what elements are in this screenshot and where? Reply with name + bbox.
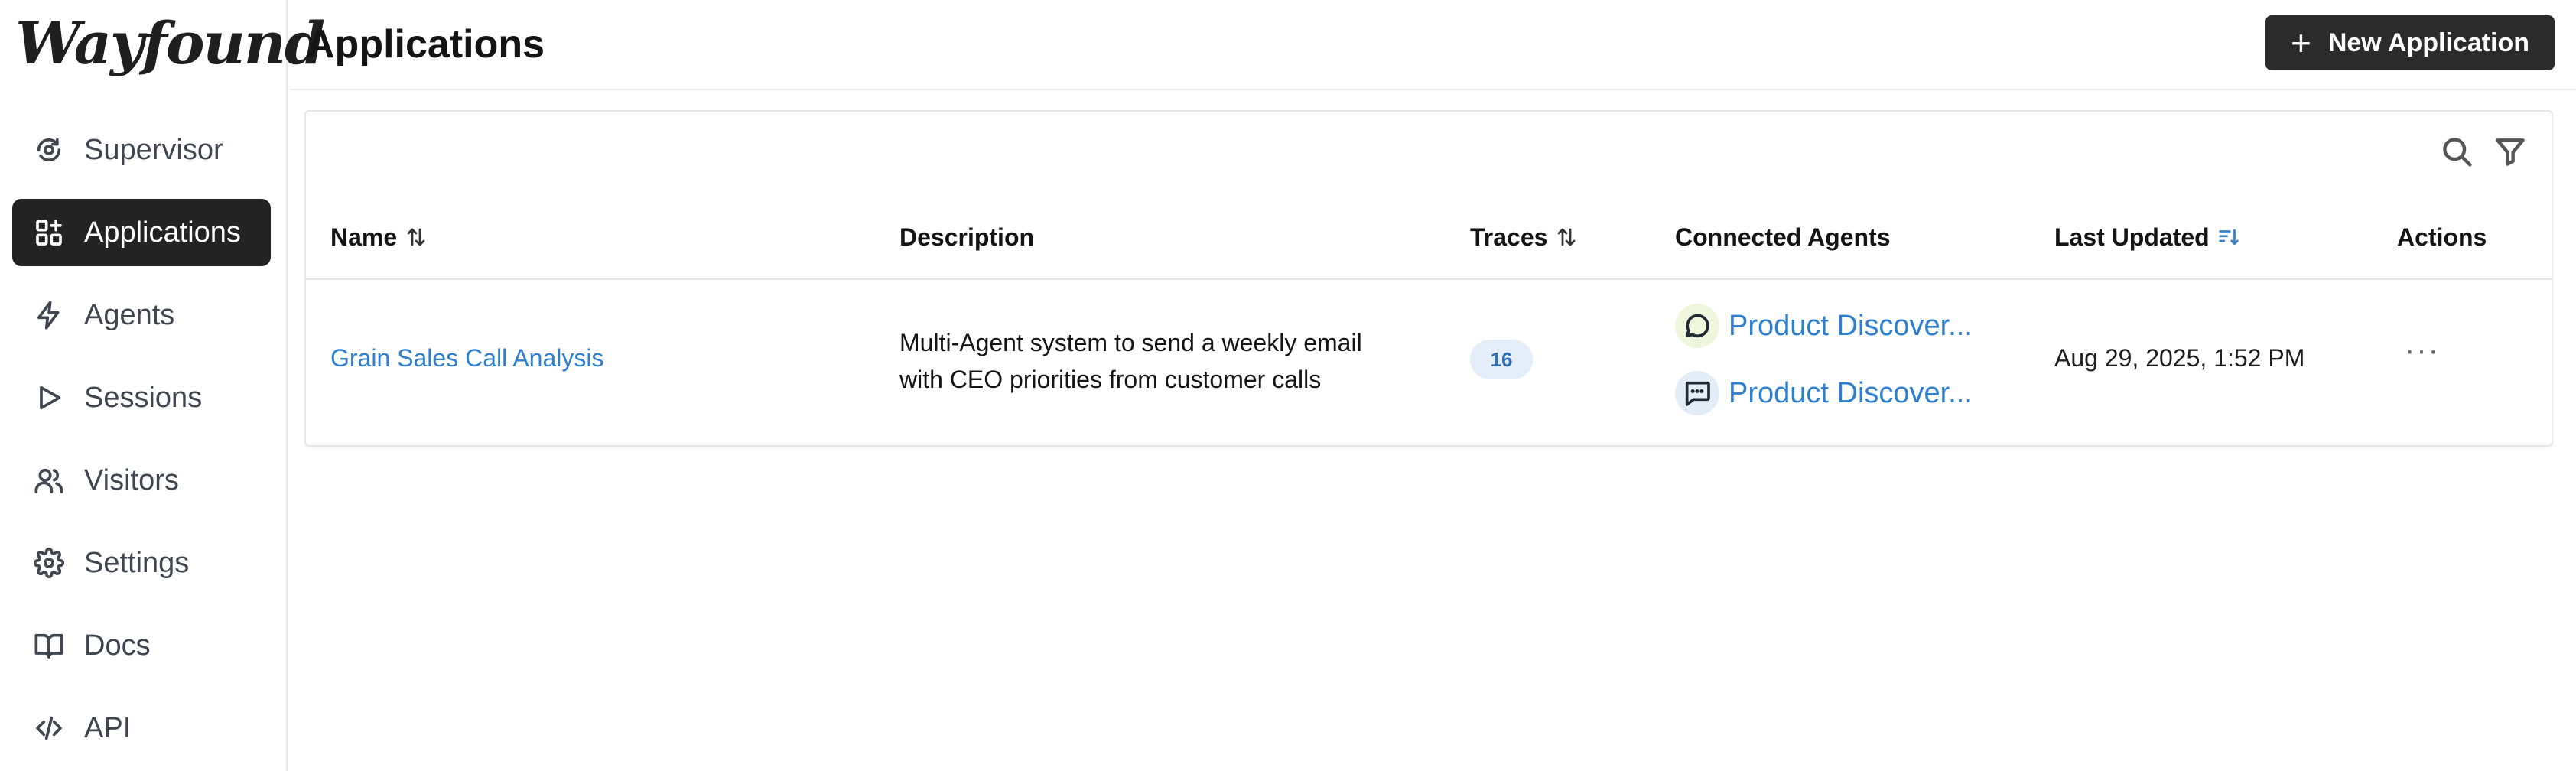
plus-icon: +: [2290, 23, 2311, 63]
traces-count-cell: 16: [1470, 340, 1533, 379]
sidebar-item-docs[interactable]: Docs: [12, 612, 271, 679]
wayfound-logo[interactable]: Wayfound: [15, 9, 325, 77]
supervisor-icon: [32, 133, 66, 167]
sidebar-item-applications[interactable]: Applications: [12, 199, 271, 266]
sidebar-item-label: Supervisor: [84, 133, 223, 166]
sidebar-item-visitors[interactable]: Visitors: [12, 447, 271, 514]
sidebar-item-label: Docs: [84, 629, 151, 662]
sidebar-item-label: Agents: [84, 298, 175, 331]
bolt-icon: [32, 298, 66, 332]
table-row: Grain Sales Call Analysis Multi-Agent sy…: [306, 281, 2552, 439]
play-icon: [32, 381, 66, 415]
column-header-traces[interactable]: Traces: [1470, 194, 1578, 280]
new-application-button[interactable]: + New Application: [2265, 15, 2555, 70]
last-updated-value: Aug 29, 2025, 1:52 PM: [2054, 344, 2305, 372]
sidebar-item-agents[interactable]: Agents: [12, 281, 271, 349]
book-icon: [32, 629, 66, 662]
column-header-name[interactable]: Name: [330, 194, 428, 280]
gear-icon: [32, 546, 66, 580]
sidebar-item-settings[interactable]: Settings: [12, 529, 271, 597]
sidebar-item-label: Visitors: [84, 464, 179, 496]
sidebar-item-label: API: [84, 711, 132, 744]
sidebar-item-supervisor[interactable]: Supervisor: [12, 116, 271, 184]
traces-badge: 16: [1470, 340, 1533, 379]
sidebar-item-label: Settings: [84, 546, 190, 579]
search-icon[interactable]: [2435, 130, 2478, 173]
application-name-link[interactable]: Grain Sales Call Analysis: [330, 344, 603, 372]
table-header: Name Description Traces Connected Agents…: [306, 194, 2552, 280]
users-icon: [32, 464, 66, 497]
connected-agents-cell: Product Discover... Product Discover...: [1675, 303, 1973, 416]
message-dots-icon: [1675, 371, 1719, 415]
chat-bubble-icon: [1675, 304, 1719, 348]
new-application-label: New Application: [2327, 28, 2530, 57]
code-icon: [32, 711, 66, 745]
sidebar: Wayfound Supervisor Applications Agents …: [0, 0, 325, 771]
connected-agent-item[interactable]: Product Discover...: [1675, 303, 1973, 349]
column-header-connected-agents: Connected Agents: [1675, 223, 1891, 251]
connected-agent-link[interactable]: Product Discover...: [1729, 377, 1973, 410]
connected-agent-link[interactable]: Product Discover...: [1729, 310, 1973, 343]
applications-table-card: Name Description Traces Connected Agents…: [304, 110, 2553, 447]
column-header-description: Description: [899, 223, 1035, 251]
sort-icon[interactable]: [1555, 226, 1578, 249]
application-description: Multi-Agent system to send a weekly emai…: [899, 329, 1362, 393]
sidebar-item-label: Applications: [84, 216, 241, 249]
more-actions-icon[interactable]: ···: [2405, 333, 2440, 368]
filter-icon[interactable]: [2489, 130, 2532, 173]
sort-icon[interactable]: [405, 226, 428, 249]
sidebar-nav: Supervisor Applications Agents Sessions …: [12, 116, 271, 771]
grid-plus-icon: [32, 216, 66, 249]
sidebar-item-label: Sessions: [84, 381, 203, 414]
page-title: Applications: [306, 22, 545, 67]
column-header-actions: Actions: [2397, 223, 2487, 251]
sidebar-item-api[interactable]: API: [12, 695, 271, 762]
sort-descending-icon[interactable]: [2217, 226, 2240, 249]
column-header-last-updated[interactable]: Last Updated: [2054, 194, 2240, 280]
connected-agent-item[interactable]: Product Discover...: [1675, 370, 1973, 416]
page-header: Applications + New Application: [289, 0, 2576, 90]
sidebar-item-sessions[interactable]: Sessions: [12, 364, 271, 431]
